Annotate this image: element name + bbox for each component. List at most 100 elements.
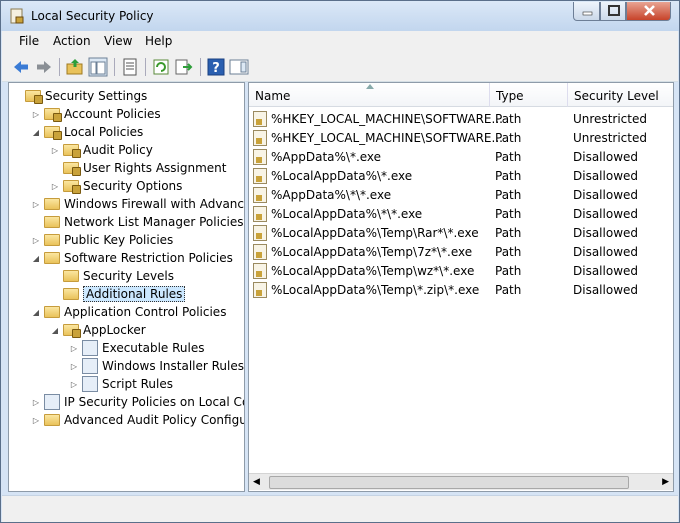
table-row[interactable]: %HKEY_LOCAL_MACHINE\SOFTWARE... Path Unres… — [249, 109, 673, 128]
tree-item-executable-rules[interactable]: ▷ Executable Rules — [70, 339, 204, 357]
tree-item-network-list-manager-policies[interactable]: Network List Manager Policies — [32, 213, 244, 231]
path-rule-icon — [253, 243, 267, 260]
locked-folder-icon — [44, 126, 62, 140]
table-row[interactable]: %LocalAppData%\*\*.exe Path Disallowed — [249, 204, 673, 223]
close-button[interactable] — [626, 2, 671, 21]
tree-item-security-options[interactable]: ▷ Security Options — [51, 177, 182, 195]
maximize-button[interactable] — [600, 2, 626, 21]
table-row[interactable]: %LocalAppData%\Temp\7z*\*.exe Path Disallo… — [249, 242, 673, 261]
forward-arrow-icon[interactable] — [34, 57, 54, 77]
locked-folder-icon — [63, 144, 81, 158]
cell-type: Path — [495, 206, 522, 221]
tree-item-label: Local Policies — [64, 125, 144, 139]
menu-view[interactable]: View — [104, 34, 132, 48]
collapsed-arrow-icon[interactable]: ▷ — [32, 398, 40, 407]
tree-item-label: Account Policies — [64, 107, 161, 121]
refresh-icon[interactable] — [151, 57, 171, 77]
cell-security-level: Disallowed — [573, 263, 639, 278]
tree-item-additional-rules[interactable]: Additional Rules — [51, 285, 186, 303]
folder-icon — [44, 234, 60, 246]
expanded-arrow-icon[interactable]: ◢ — [32, 308, 40, 317]
collapsed-arrow-icon[interactable]: ▷ — [32, 200, 40, 209]
tree-item-applocker[interactable]: ◢ AppLocker — [51, 321, 146, 339]
tree-item-software-restriction-policies[interactable]: ◢ Software Restriction Policies — [32, 249, 233, 267]
menu-action[interactable]: Action — [53, 34, 91, 48]
export-list-icon[interactable] — [174, 57, 194, 77]
applocker-icon — [63, 324, 81, 338]
folder-icon — [44, 252, 60, 264]
cell-name: %LocalAppData%\*\*.exe — [271, 206, 423, 221]
minimize-button[interactable] — [573, 2, 600, 21]
tree-pane[interactable]: Security Settings ▷ Account Policies ◢ Local… — [8, 82, 245, 492]
cell-type: Path — [495, 282, 522, 297]
column-header-security-level[interactable]: Security Level — [568, 83, 673, 107]
cell-name: %LocalAppData%\Temp\wz*\*.exe — [271, 263, 475, 278]
toolbar: ? — [2, 52, 678, 82]
tree-item-public-key-policies[interactable]: ▷ Public Key Policies — [32, 231, 173, 249]
tree-item-label: Executable Rules — [102, 341, 205, 355]
collapsed-arrow-icon[interactable]: ▷ — [32, 110, 40, 119]
collapsed-arrow-icon[interactable]: ▷ — [51, 182, 59, 191]
folder-icon — [44, 414, 60, 426]
back-arrow-icon[interactable] — [11, 57, 31, 77]
window: Local Security Policy File Action View H… — [0, 0, 680, 523]
cell-security-level: Disallowed — [573, 168, 639, 183]
table-row[interactable]: %LocalAppData%\Temp\*.zip\*.exe Path Disal… — [249, 280, 673, 299]
table-row[interactable]: %LocalAppData%\Temp\Rar*\*.exe Path Disall… — [249, 223, 673, 242]
expanded-arrow-icon[interactable]: ◢ — [32, 254, 40, 263]
column-header-type[interactable]: Type — [490, 83, 568, 107]
tree-item-advanced-audit-policy-configuratic[interactable]: ▷ Advanced Audit Policy Configuratic — [32, 411, 244, 429]
expanded-arrow-icon[interactable]: ◢ — [51, 326, 59, 335]
tree-item-user-rights-assignment[interactable]: User Rights Assignment — [51, 159, 226, 177]
show-hide-action-pane-icon[interactable] — [229, 57, 249, 77]
collapsed-arrow-icon[interactable]: ▷ — [70, 362, 78, 371]
path-rule-icon — [253, 186, 267, 203]
cell-name: %HKEY_LOCAL_MACHINE\SOFTWARE... — [271, 111, 503, 126]
table-row[interactable]: %LocalAppData%\Temp\wz*\*.exe Path Disallo… — [249, 261, 673, 280]
maximize-icon — [608, 5, 620, 16]
scroll-left-icon[interactable]: ◀ — [253, 477, 260, 487]
table-row[interactable]: %AppData%\*.exe Path Disallowed — [249, 147, 673, 166]
tree-item-windows-installer-rules[interactable]: ▷ Windows Installer Rules — [70, 357, 244, 375]
show-hide-tree-icon[interactable] — [88, 57, 108, 77]
collapsed-arrow-icon[interactable]: ▷ — [32, 416, 40, 425]
folder-icon — [44, 198, 60, 210]
expanded-arrow-icon[interactable]: ◢ — [32, 128, 40, 137]
list-pane[interactable]: Name Type Security Level %HKEY_LOCAL_MAC… — [248, 82, 674, 492]
up-folder-icon[interactable] — [65, 57, 85, 77]
cell-security-level: Disallowed — [573, 187, 639, 202]
collapsed-arrow-icon[interactable]: ▷ — [32, 236, 40, 245]
tree-item-audit-policy[interactable]: ▷ Audit Policy — [51, 141, 153, 159]
tree-item-script-rules[interactable]: ▷ Script Rules — [70, 375, 173, 393]
tree-item-application-control-policies[interactable]: ◢ Application Control Policies — [32, 303, 227, 321]
table-row[interactable]: %HKEY_LOCAL_MACHINE\SOFTWARE... Path Unres… — [249, 128, 673, 147]
tree-item-account-policies[interactable]: ▷ Account Policies — [32, 105, 161, 123]
help-icon[interactable]: ? — [206, 57, 226, 77]
tree-item-label: Windows Firewall with Advanced Se — [64, 197, 244, 211]
tree-item-security-settings[interactable]: Security Settings — [13, 87, 147, 105]
collapsed-arrow-icon[interactable]: ▷ — [51, 146, 59, 155]
locked-folder-icon — [63, 162, 81, 176]
collapsed-arrow-icon[interactable]: ▷ — [70, 380, 78, 389]
collapsed-arrow-icon[interactable]: ▷ — [70, 344, 78, 353]
tree-item-security-levels[interactable]: Security Levels — [51, 267, 174, 285]
tree-item-local-policies[interactable]: ◢ Local Policies — [32, 123, 143, 141]
column-label-type: Type — [496, 89, 524, 103]
cell-type: Path — [495, 263, 522, 278]
tree-item-windows-firewall-with-advanced-se[interactable]: ▷ Windows Firewall with Advanced Se — [32, 195, 244, 213]
scroll-right-icon[interactable]: ▶ — [662, 477, 669, 487]
cell-type: Path — [495, 187, 522, 202]
table-row[interactable]: %AppData%\*\*.exe Path Disallowed — [249, 185, 673, 204]
table-row[interactable]: %LocalAppData%\*.exe Path Disallowed — [249, 166, 673, 185]
properties-icon[interactable] — [120, 57, 140, 77]
tree-item-label: AppLocker — [83, 323, 146, 337]
menu-help[interactable]: Help — [145, 34, 172, 48]
scrollbar-thumb[interactable] — [269, 476, 629, 489]
menu-file[interactable]: File — [19, 34, 39, 48]
horizontal-scrollbar[interactable]: ◀ ▶ — [249, 473, 673, 490]
column-header-name[interactable]: Name — [249, 83, 490, 107]
cell-security-level: Disallowed — [573, 282, 639, 297]
tree-item-label: Advanced Audit Policy Configuratic — [64, 413, 244, 427]
rule-icon — [82, 376, 98, 392]
tree-item-ip-security-policies-on-local-compu[interactable]: ▷ IP Security Policies on Local Compu — [32, 393, 244, 411]
